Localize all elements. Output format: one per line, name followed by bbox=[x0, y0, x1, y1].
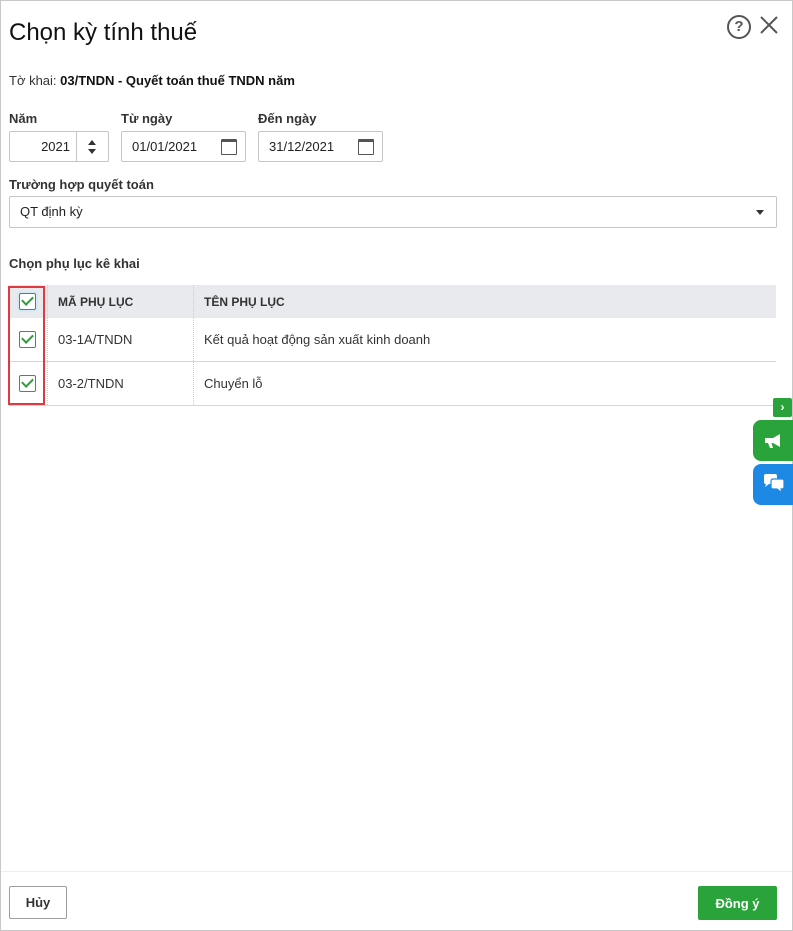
settlement-case-label: Trường hợp quyết toán bbox=[9, 177, 154, 192]
chat-button[interactable] bbox=[753, 464, 793, 505]
side-panel-toggle[interactable]: › bbox=[773, 398, 792, 417]
column-header-name: TÊN PHỤ LỤC bbox=[193, 285, 776, 318]
appendix-code-cell: 03-2/TNDN bbox=[47, 361, 194, 406]
table-row[interactable]: 03-2/TNDN Chuyển lỗ bbox=[9, 361, 776, 406]
footer-divider bbox=[1, 871, 792, 872]
close-icon[interactable] bbox=[757, 13, 781, 37]
from-date-input[interactable]: 01/01/2021 bbox=[132, 132, 197, 161]
appendix-name-cell: Kết quả hoạt động sản xuất kinh doanh bbox=[193, 318, 776, 362]
from-date-field[interactable]: 01/01/2021 bbox=[121, 131, 246, 162]
to-date-input[interactable]: 31/12/2021 bbox=[269, 132, 334, 161]
spin-up-icon[interactable] bbox=[88, 140, 96, 145]
year-input[interactable]: 2021 bbox=[10, 132, 70, 161]
spin-down-icon[interactable] bbox=[88, 149, 96, 154]
appendix-name-cell: Chuyển lỗ bbox=[193, 361, 776, 406]
column-header-code: MÃ PHỤ LỤC bbox=[47, 285, 194, 318]
declaration-label: Tờ khai: bbox=[9, 73, 57, 88]
appendix-table: MÃ PHỤ LỤC TÊN PHỤ LỤC 03-1A/TNDN Kết qu… bbox=[9, 285, 776, 406]
chat-icon bbox=[764, 474, 785, 495]
appendix-code-cell: 03-1A/TNDN bbox=[47, 318, 194, 362]
declaration-info: Tờ khai: 03/TNDN - Quyết toán thuế TNDN … bbox=[9, 73, 295, 88]
year-stepper[interactable]: 2021 bbox=[9, 131, 109, 162]
dialog-title: Chọn kỳ tính thuế bbox=[9, 19, 198, 46]
calendar-icon[interactable] bbox=[221, 139, 237, 155]
to-date-label: Đến ngày bbox=[258, 111, 317, 126]
cancel-button[interactable]: Hủy bbox=[9, 886, 67, 919]
settlement-case-select[interactable]: QT định kỳ bbox=[9, 196, 777, 228]
caret-down-icon[interactable] bbox=[756, 210, 764, 215]
year-spinner[interactable] bbox=[76, 132, 109, 161]
from-date-label: Từ ngày bbox=[121, 111, 173, 126]
tax-period-dialog: Chọn kỳ tính thuế ? Tờ khai: 03/TNDN - Q… bbox=[0, 0, 793, 931]
table-row[interactable]: 03-1A/TNDN Kết quả hoạt động sản xuất ki… bbox=[9, 318, 776, 362]
settlement-case-value: QT định kỳ bbox=[20, 204, 83, 219]
table-header-row: MÃ PHỤ LỤC TÊN PHỤ LỤC bbox=[9, 285, 776, 318]
year-label: Năm bbox=[9, 111, 38, 126]
appendix-section-title: Chọn phụ lục kê khai bbox=[9, 256, 140, 271]
calendar-icon[interactable] bbox=[358, 139, 374, 155]
confirm-button[interactable]: Đồng ý bbox=[698, 886, 777, 920]
megaphone-icon bbox=[765, 434, 780, 448]
announcement-button[interactable] bbox=[753, 420, 793, 461]
to-date-field[interactable]: 31/12/2021 bbox=[258, 131, 383, 162]
help-icon[interactable]: ? bbox=[727, 15, 751, 39]
checkbox-column-highlight bbox=[8, 286, 45, 405]
declaration-value: 03/TNDN - Quyết toán thuế TNDN năm bbox=[60, 73, 295, 88]
